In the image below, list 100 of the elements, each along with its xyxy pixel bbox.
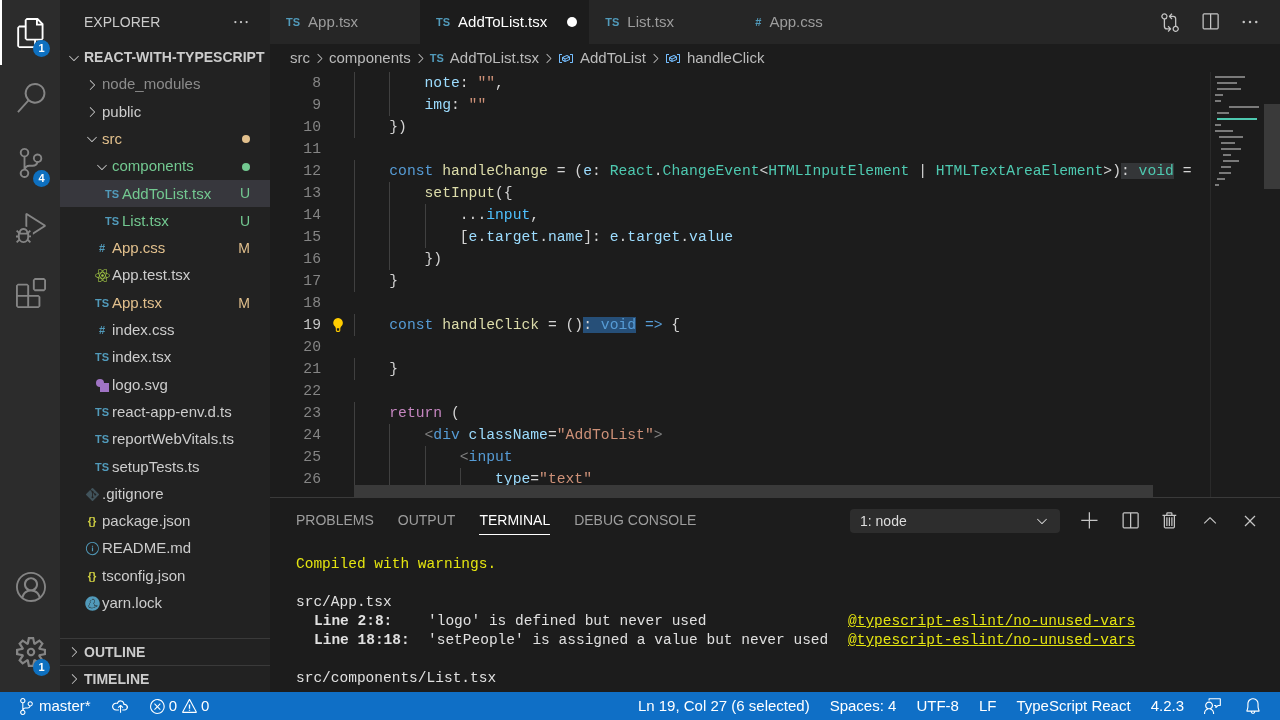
file-type-icon: TS bbox=[104, 185, 120, 203]
code-line: ...input, bbox=[458, 206, 540, 225]
scrollbar-thumb[interactable] bbox=[1264, 104, 1280, 189]
split-terminal-icon[interactable] bbox=[1120, 511, 1140, 531]
rule-link[interactable]: @typescript-eslint/no-unused-vars bbox=[848, 611, 1136, 630]
atom-icon bbox=[94, 268, 110, 284]
breadcrumb[interactable]: src bbox=[290, 46, 310, 70]
folder-row[interactable]: public bbox=[60, 98, 270, 126]
file-type-icon: {} bbox=[87, 567, 97, 585]
line-number: 12 bbox=[302, 162, 321, 181]
line-number: 11 bbox=[302, 140, 321, 159]
code-line: type="text" bbox=[494, 470, 592, 489]
line-number: 21 bbox=[302, 360, 321, 379]
editor-tab[interactable]: TS List.tsx bbox=[589, 0, 740, 44]
file-type-icon: TS bbox=[94, 403, 110, 421]
file-row[interactable]: TS react-app-env.d.ts bbox=[60, 398, 270, 426]
project-header[interactable]: REACT-WITH-TYPESCRIPT bbox=[60, 44, 270, 71]
file-row[interactable]: logo.svg bbox=[60, 371, 270, 399]
folder-row[interactable]: src bbox=[60, 125, 270, 153]
file-row[interactable]: TS AddToList.tsx U bbox=[60, 180, 270, 208]
code-line: <input bbox=[458, 448, 513, 467]
status-item[interactable]: 4.2.3 bbox=[1150, 694, 1184, 718]
terminal-line: src/App.tsx bbox=[296, 593, 392, 611]
panel-tab[interactable]: PROBLEMS bbox=[296, 507, 374, 535]
line-number: 22 bbox=[302, 382, 321, 401]
debug-icon bbox=[16, 212, 46, 243]
warning-count[interactable]: 0 bbox=[201, 694, 210, 718]
file-type-icon: # bbox=[755, 13, 762, 31]
line-number: 19 bbox=[302, 316, 321, 335]
status-item[interactable]: Ln 19, Col 27 (6 selected) bbox=[637, 694, 810, 718]
file-row[interactable]: TS List.tsx U bbox=[60, 207, 270, 235]
feedback-icon[interactable] bbox=[1204, 697, 1222, 715]
file-row[interactable]: TS index.tsx bbox=[60, 343, 270, 372]
split-editor-icon[interactable] bbox=[1200, 12, 1220, 32]
file-row[interactable]: # App.css M bbox=[60, 234, 270, 263]
cloud-upload-icon[interactable] bbox=[110, 697, 129, 715]
error-icon bbox=[148, 697, 166, 715]
status-item[interactable]: LF bbox=[978, 694, 997, 718]
breadcrumb[interactable]: AddToList.tsx bbox=[449, 46, 539, 70]
warning-location: Line 2:8: bbox=[314, 612, 394, 630]
terminal-select[interactable]: 1: node bbox=[850, 509, 1060, 533]
line-number: 15 bbox=[302, 228, 321, 247]
branch-name[interactable]: master* bbox=[39, 694, 91, 718]
file-type-icon: TS bbox=[436, 13, 451, 31]
editor-tab[interactable]: TS AddToList.tsx bbox=[420, 0, 590, 44]
terminal-line: src/components/List.tsx bbox=[296, 669, 497, 687]
warning-location: Line 18:18: bbox=[314, 631, 411, 649]
file-row[interactable]: .gitignore bbox=[60, 480, 270, 508]
account-icon bbox=[16, 571, 46, 602]
status-item[interactable]: Spaces: 4 bbox=[829, 694, 897, 718]
git-status-letter: M bbox=[238, 293, 250, 313]
count-badge: 4 bbox=[33, 170, 50, 187]
count-badge: 1 bbox=[33, 40, 50, 57]
line-number: 20 bbox=[302, 338, 321, 357]
line-number: 14 bbox=[302, 206, 321, 225]
file-row[interactable]: {} tsconfig.json bbox=[60, 562, 270, 590]
branch-icon bbox=[18, 697, 35, 715]
file-type-icon: TS bbox=[104, 212, 120, 230]
code-line: const handleChange = (e: React.ChangeEvent<HTMLInputElement | HTMLTextAreaElement>): void = bbox=[388, 161, 1192, 181]
file-type-icon: TS bbox=[286, 13, 301, 31]
panel-tab[interactable]: TERMINAL bbox=[479, 507, 551, 535]
file-row[interactable]: TS App.tsx M bbox=[60, 289, 270, 317]
file-row[interactable]: TS reportWebVitals.ts bbox=[60, 425, 270, 454]
breadcrumb[interactable]: components bbox=[329, 46, 411, 70]
editor-tab[interactable]: # App.css bbox=[739, 0, 890, 44]
code-line: note: "", bbox=[423, 74, 504, 93]
rule-link[interactable]: @typescript-eslint/no-unused-vars bbox=[848, 630, 1136, 649]
add-icon[interactable] bbox=[1080, 511, 1100, 531]
file-row[interactable]: yarn.lock bbox=[60, 589, 270, 617]
code-line: img: "" bbox=[423, 96, 487, 115]
line-number: 16 bbox=[302, 250, 321, 269]
folder-row[interactable]: components bbox=[60, 152, 270, 181]
panel-tab[interactable]: DEBUG CONSOLE bbox=[574, 507, 697, 535]
horizontal-scrollbar[interactable] bbox=[354, 485, 1153, 497]
git-status-letter: U bbox=[239, 184, 250, 204]
bell-icon[interactable] bbox=[1244, 697, 1262, 715]
file-row[interactable]: TS setupTests.ts bbox=[60, 453, 270, 481]
section-header[interactable]: OUTLINE bbox=[60, 638, 270, 665]
breadcrumb[interactable]: AddToList bbox=[580, 46, 646, 70]
line-number: 18 bbox=[302, 294, 321, 313]
panel-tab[interactable]: OUTPUT bbox=[397, 507, 456, 535]
activity-item[interactable]: 4 bbox=[0, 130, 60, 195]
status-item[interactable]: TypeScript React bbox=[1016, 694, 1131, 718]
file-row[interactable]: {} package.json bbox=[60, 507, 270, 536]
code-line: }) bbox=[423, 250, 443, 269]
breadcrumb[interactable]: handleClick bbox=[686, 46, 765, 70]
status-item[interactable]: UTF-8 bbox=[916, 694, 959, 718]
compare-icon[interactable] bbox=[1160, 12, 1180, 32]
editor-tab[interactable]: TS App.tsx bbox=[270, 0, 420, 44]
activity-item[interactable]: 1 bbox=[0, 619, 60, 684]
git-status-letter: M bbox=[238, 238, 250, 258]
code-line: return ( bbox=[388, 404, 460, 423]
file-row[interactable]: # index.css bbox=[60, 316, 270, 344]
line-number: 10 bbox=[302, 118, 321, 137]
file-row[interactable]: README.md bbox=[60, 535, 270, 563]
file-row[interactable]: App.test.tsx bbox=[60, 262, 270, 290]
error-count[interactable]: 0 bbox=[168, 694, 178, 718]
warning-message: 'setPeople' is assigned a value but never used bbox=[428, 631, 830, 649]
folder-row[interactable]: node_modules bbox=[60, 71, 270, 99]
extensions-icon bbox=[16, 277, 46, 308]
